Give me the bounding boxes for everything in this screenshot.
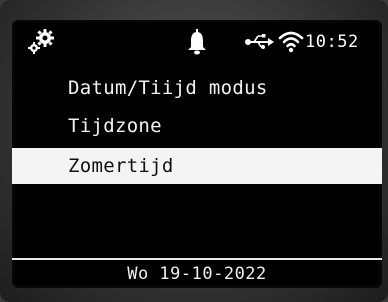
footer-divider xyxy=(12,258,382,260)
display-screen: 10:52 Datum/Tiijd modus Tijdzone Zomerti… xyxy=(12,20,382,288)
status-bar: 10:52 xyxy=(12,20,382,62)
usb-icon xyxy=(245,34,274,49)
menu-item-datum-tijd-modus[interactable]: Datum/Tiijd modus xyxy=(12,70,382,106)
menu-item-zomertijd[interactable]: Zomertijd xyxy=(12,148,382,184)
menu-item-tijdzone[interactable]: Tijdzone xyxy=(12,108,382,144)
footer-date: Wo 19-10-2022 xyxy=(127,264,267,284)
gear-icon[interactable] xyxy=(26,28,56,56)
wifi-icon xyxy=(278,31,304,53)
bell-icon[interactable] xyxy=(186,29,208,55)
status-clock: 10:52 xyxy=(305,32,359,52)
device-bezel: 10:52 Datum/Tiijd modus Tijdzone Zomerti… xyxy=(0,0,388,302)
